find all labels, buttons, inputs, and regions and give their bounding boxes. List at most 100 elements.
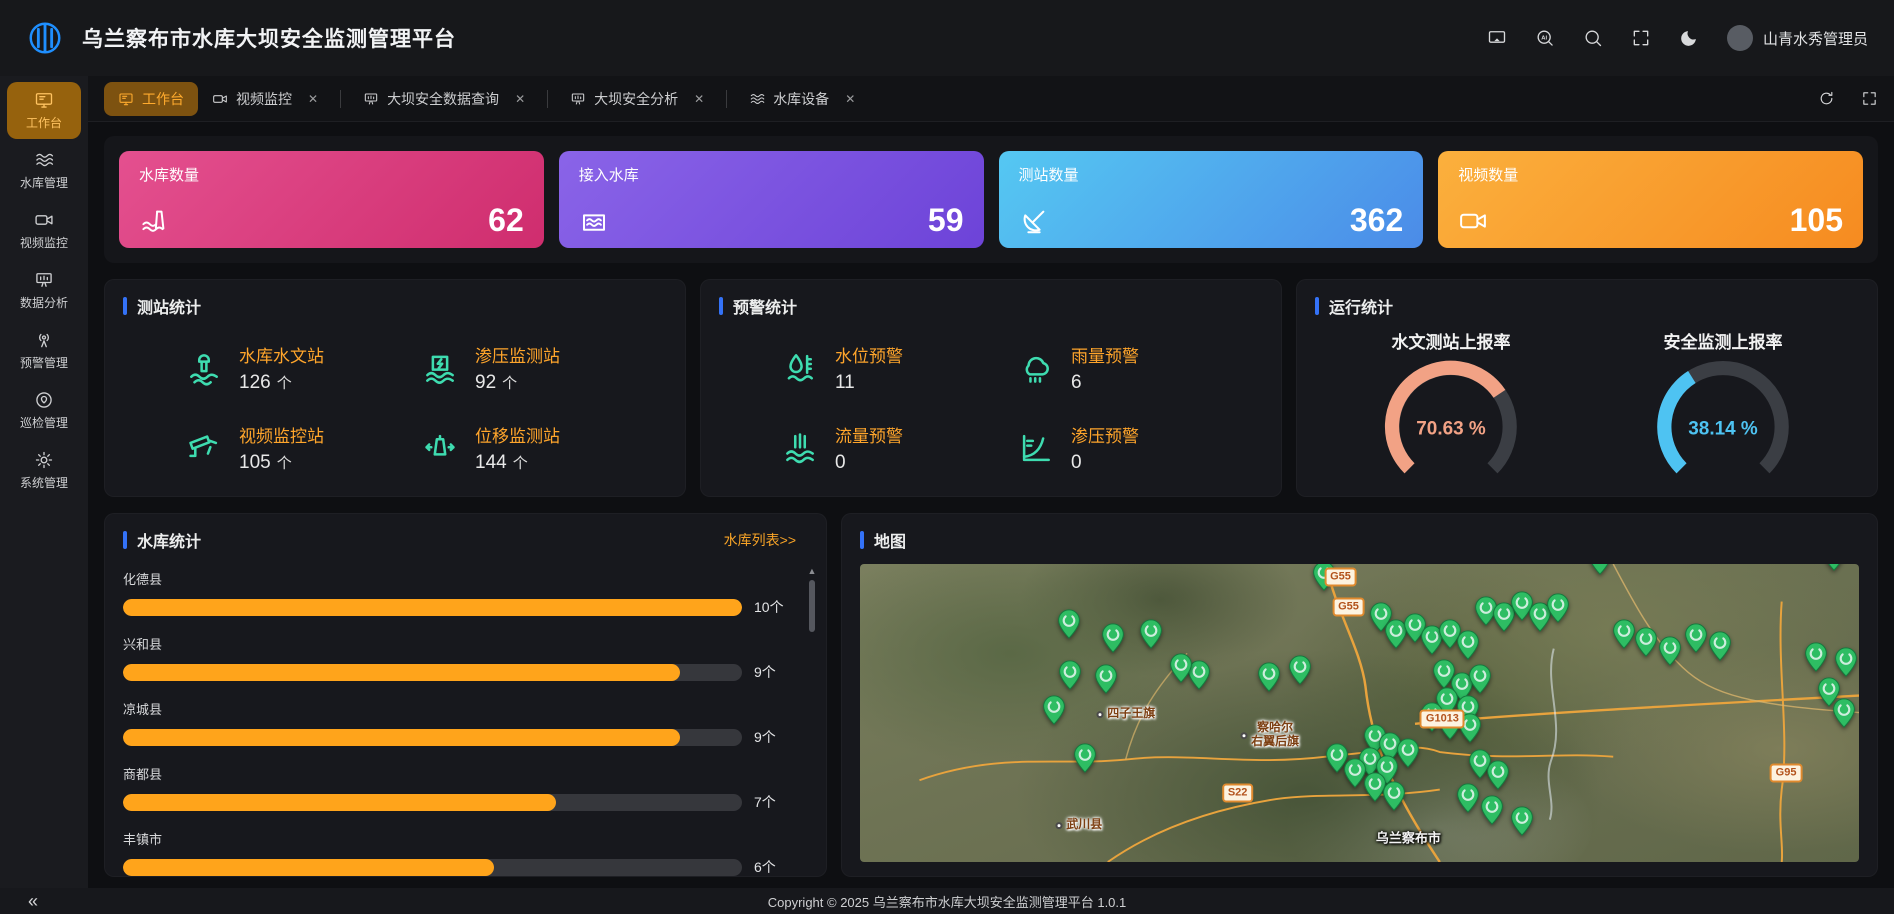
map-marker-pin[interactable] [1139,619,1162,649]
bar-row: 9个 [123,727,796,747]
map-marker-pin[interactable] [1257,662,1280,692]
tab-divider [547,90,548,108]
stat-item-渗压监测站[interactable]: 渗压监测站92个 [421,342,657,394]
map-marker-pin[interactable] [1481,795,1504,825]
map-marker-pin[interactable] [1835,647,1858,677]
stat-item-value: 126个 [239,372,324,394]
refresh-icon[interactable] [1818,90,1835,107]
map-marker-pin[interactable] [1058,660,1081,690]
sidebar-item-巡检管理[interactable]: 巡检管理 [7,382,81,439]
tab-大坝安全分析[interactable]: 大坝安全分析✕ [556,82,718,116]
bar-value: 10个 [754,597,796,617]
panel-head: 运行统计 [1315,294,1859,318]
scrollbar-thumb[interactable] [809,580,815,632]
sidebar: 工作台水库管理视频监控数据分析预警管理巡检管理系统管理 [0,76,88,888]
sidebar-item-水库管理[interactable]: 水库管理 [7,142,81,199]
sidebar-item-数据分析[interactable]: 数据分析 [7,262,81,319]
bar-category-label: 化德县 [123,569,796,588]
bar-category-label: 凉城县 [123,699,796,718]
road-badge-G95: G95 [1770,763,1803,782]
stat-item-水库水文站[interactable]: 水库水文站 126个 [185,342,421,394]
fullscreen-icon[interactable] [1631,28,1651,48]
tab-close-icon[interactable]: ✕ [515,92,525,106]
sidebar-item-系统管理[interactable]: 系统管理 [7,442,81,499]
sidebar-item-label: 巡检管理 [20,414,68,431]
user-menu[interactable]: 山青水秀管理员 [1727,25,1868,51]
map-marker-pin[interactable] [1101,623,1124,653]
map-marker-pin[interactable] [1613,619,1636,649]
map-marker-pin[interactable] [1487,760,1510,790]
map-marker-pin[interactable] [1547,593,1570,623]
stat-item-label: 视频监控站 [239,422,324,447]
bar-value: 9个 [754,662,796,682]
stat-item-水位预警[interactable]: 水位预警11 [781,342,1017,394]
tab-工作台[interactable]: 工作台 [104,82,198,116]
monitor-icon [118,91,134,107]
bar-fill [123,859,494,876]
reservoir-list-link[interactable]: 水库列表>> [724,530,796,550]
scrollbar-up-arrow[interactable]: ▲ [807,566,817,576]
sidebar-item-工作台[interactable]: 工作台 [7,82,81,139]
stat-item-位移监测站[interactable]: 位移监测站144个 [421,422,657,474]
bar-row: 7个 [123,792,796,812]
map-marker-pin[interactable] [1042,695,1065,725]
map-marker-pin[interactable] [1635,627,1658,657]
map-marker-pin[interactable] [1169,653,1192,683]
svg-text:70.63 %: 70.63 % [1416,418,1486,439]
map-marker-pin[interactable] [1685,623,1708,653]
map-marker-pin[interactable] [1073,743,1096,773]
stat-card-value: 362 [1350,204,1403,236]
dark-mode-icon[interactable] [1679,28,1699,48]
road-badge-G55: G55 [1324,568,1357,587]
ai-search-icon[interactable]: AI [1535,28,1555,48]
search-icon[interactable] [1583,28,1603,48]
screen-cast-icon[interactable] [1487,28,1507,48]
stat-item-雨量预警[interactable]: 雨量预警6 [1017,342,1253,394]
tab-视频监控[interactable]: 视频监控✕ [198,82,332,116]
stat-item-label: 水库水文站 [239,342,324,367]
map-marker-pin[interactable] [1589,564,1612,575]
stat-item-渗压预警[interactable]: 渗压预警0 [1017,422,1253,474]
bar-track [123,599,742,616]
map-marker-pin[interactable] [1833,698,1856,728]
sidebar-item-视频监控[interactable]: 视频监控 [7,202,81,259]
stat-item-视频监控站[interactable]: 视频监控站105个 [185,422,421,474]
map-marker-pin[interactable] [1343,758,1366,788]
bar-track [123,729,742,746]
road-badge-G1013: G1013 [1420,709,1465,728]
map-marker-pin[interactable] [1383,781,1406,811]
stat-card-title: 视频数量 [1458,164,1843,185]
map-marker-pin[interactable] [1457,783,1480,813]
tab-close-icon[interactable]: ✕ [308,92,318,106]
footer: « Copyright © 2025 乌兰察布市水库大坝安全监测管理平台 1.0… [0,888,1894,914]
map-marker-pin[interactable] [1288,655,1311,685]
fullscreen-content-icon[interactable] [1861,90,1878,107]
map-marker-pin[interactable] [1511,806,1534,836]
sidebar-collapse-icon[interactable]: « [28,892,36,910]
map-canvas[interactable]: G55G55G1013G95S22四子王旗察哈尔 右翼后旗武川县乌兰察布市 [860,564,1859,862]
map-label-察哈尔右翼后旗: 察哈尔 右翼后旗 [1240,722,1299,750]
map-marker-pin[interactable] [1805,642,1828,672]
tab-大坝安全数据查询[interactable]: 大坝安全数据查询✕ [349,82,539,116]
stat-item-流量预警[interactable]: 流量预警0 [781,422,1017,474]
map-marker-pin[interactable] [1659,636,1682,666]
tab-水库设备[interactable]: 水库设备✕ [735,82,869,116]
tab-close-icon[interactable]: ✕ [694,92,704,106]
cctv-icon [185,429,223,467]
map-marker-pin[interactable] [1709,631,1732,661]
map-marker-pin[interactable] [1094,664,1117,694]
map-marker-pin[interactable] [1057,609,1080,639]
stat-item-label: 渗压监测站 [475,342,560,367]
tab-close-icon[interactable]: ✕ [845,92,855,106]
tab-label: 工作台 [142,89,184,109]
map-marker-pin[interactable] [1823,564,1846,571]
sidebar-item-label: 数据分析 [20,294,68,311]
map-marker-pin[interactable] [1469,664,1492,694]
panel-title: 测站统计 [137,294,201,318]
map-marker-pin[interactable] [1397,738,1420,768]
sidebar-item-预警管理[interactable]: 预警管理 [7,322,81,379]
map-marker-pin[interactable] [1457,630,1480,660]
panel-scrollbar[interactable]: ▲ [807,566,817,864]
title-bar-accent [719,297,723,315]
app-logo-icon [26,19,64,57]
